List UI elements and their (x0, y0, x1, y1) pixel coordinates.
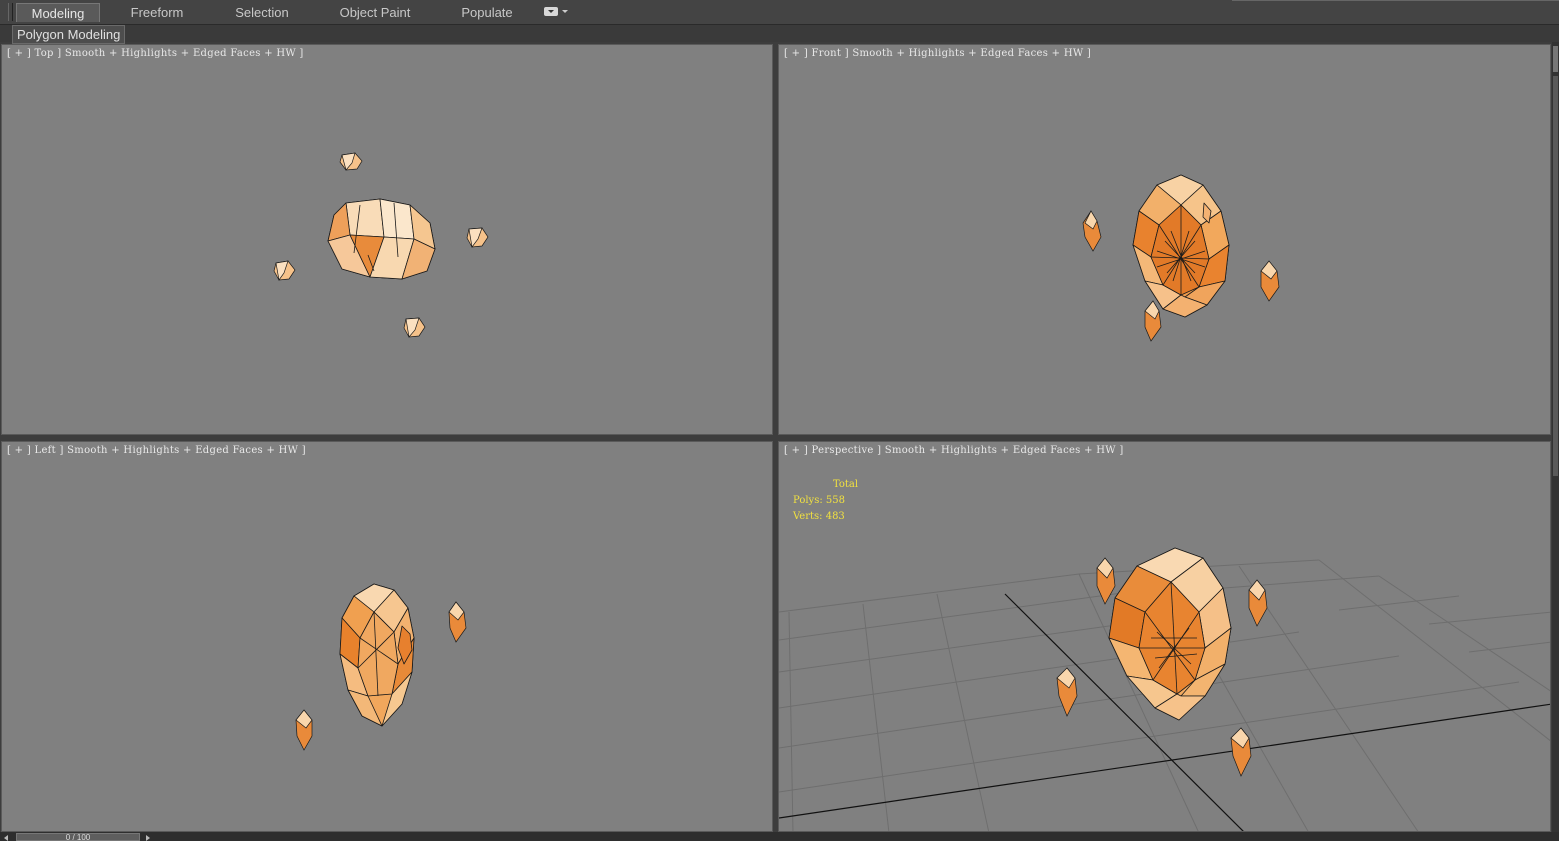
tab-modeling[interactable]: Modeling (16, 3, 100, 22)
viewport-left[interactable]: [ + ] Left ] Smooth + Highlights + Edged… (1, 441, 773, 832)
tab-object-paint[interactable]: Object Paint (330, 3, 420, 22)
ribbon: Polygon Modeling (0, 25, 1559, 44)
next-frame-icon[interactable] (146, 835, 150, 841)
main-tab-bar: Modeling Freeform Selection Object Paint… (0, 0, 1559, 25)
dropdown-icon[interactable] (544, 7, 558, 16)
time-slider[interactable]: 0 / 100 (16, 833, 140, 841)
chevron-down-icon[interactable] (562, 10, 568, 13)
toolbar-grip[interactable] (8, 3, 13, 21)
viewport-perspective[interactable]: [ + ] Perspective ] Smooth + Highlights … (778, 441, 1551, 832)
polygon-modeling-panel[interactable]: Polygon Modeling (12, 25, 126, 44)
tab-freeform[interactable]: Freeform (120, 3, 194, 22)
viewport-perspective-scene (779, 547, 1550, 831)
viewport-front[interactable]: [ + ] Front ] Smooth + Highlights + Edge… (778, 44, 1551, 435)
tab-selection[interactable]: Selection (226, 3, 298, 22)
tab-populate[interactable]: Populate (452, 3, 522, 22)
panel-toggle-button[interactable] (1553, 46, 1558, 72)
divider (1232, 0, 1559, 1)
viewport-front-scene (1082, 174, 1280, 342)
time-slider-bar (0, 832, 1559, 841)
panel-scrollbar[interactable] (1553, 76, 1558, 476)
viewport-top-scene (273, 152, 489, 338)
viewport-top[interactable]: [ + ] Top ] Smooth + Highlights + Edged … (1, 44, 773, 435)
previous-frame-icon[interactable] (4, 835, 8, 841)
command-panel-edge (1552, 42, 1559, 841)
viewport-left-scene (295, 583, 467, 751)
